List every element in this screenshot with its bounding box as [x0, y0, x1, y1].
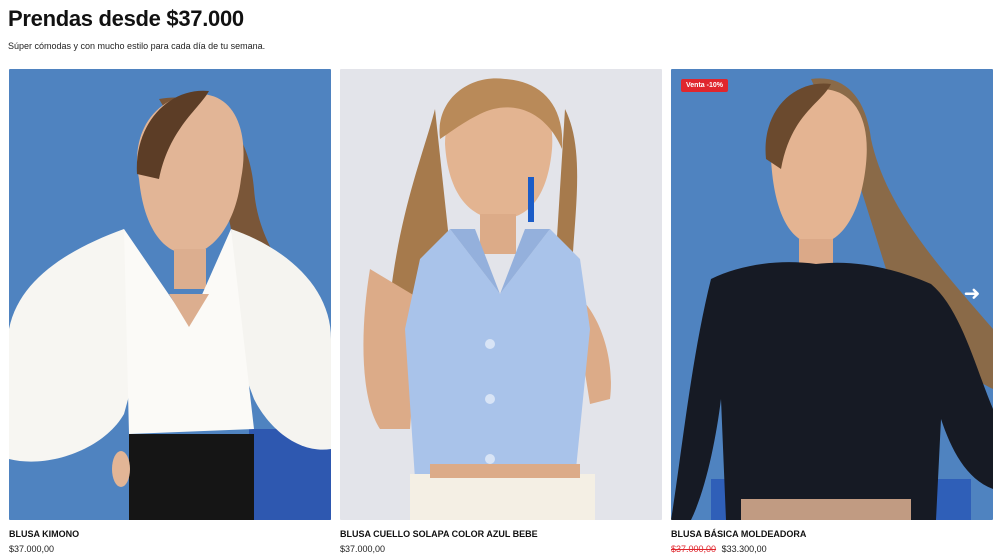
- product-carousel: BLUSA KIMONO $37.000,00 BLUSA CUELLO SOL…: [9, 69, 993, 559]
- product-old-price: $37.000,00: [671, 544, 717, 554]
- sale-badge: Venta -10%: [681, 79, 728, 92]
- section-subtitle: Súper cómodas y con mucho estilo para ca…: [8, 41, 266, 51]
- product-image[interactable]: Venta -10% ➜: [671, 69, 993, 520]
- model-photo-solapa: [363, 78, 611, 520]
- product-price: $37.000,00: [9, 544, 55, 554]
- product-price: $33.300,00: [721, 544, 767, 554]
- model-photo-moldeadora: [671, 78, 993, 520]
- product-name[interactable]: BLUSA BÁSICA MOLDEADORA: [671, 529, 806, 539]
- product-card[interactable]: BLUSA CUELLO SOLAPA COLOR AZUL BEBE $37.…: [340, 69, 662, 554]
- model-photo-kimono: [9, 90, 331, 520]
- product-price-row: $37.000,00: [340, 544, 385, 554]
- product-card[interactable]: BLUSA KIMONO $37.000,00: [9, 69, 331, 554]
- product-card[interactable]: Venta -10% ➜ BLUSA BÁSICA MOLDEADORA $37…: [671, 69, 993, 554]
- carousel-next-arrow-icon[interactable]: ➜: [959, 281, 985, 307]
- product-price-row: $37.000,00 $33.300,00: [671, 544, 767, 554]
- product-name[interactable]: BLUSA CUELLO SOLAPA COLOR AZUL BEBE: [340, 529, 538, 539]
- product-price: $37.000,00: [340, 544, 386, 554]
- product-image[interactable]: [340, 69, 662, 520]
- product-name[interactable]: BLUSA KIMONO: [9, 529, 79, 539]
- product-price-row: $37.000,00: [9, 544, 54, 554]
- product-image[interactable]: [9, 69, 331, 520]
- section-title: Prendas desde $37.000: [8, 6, 244, 31]
